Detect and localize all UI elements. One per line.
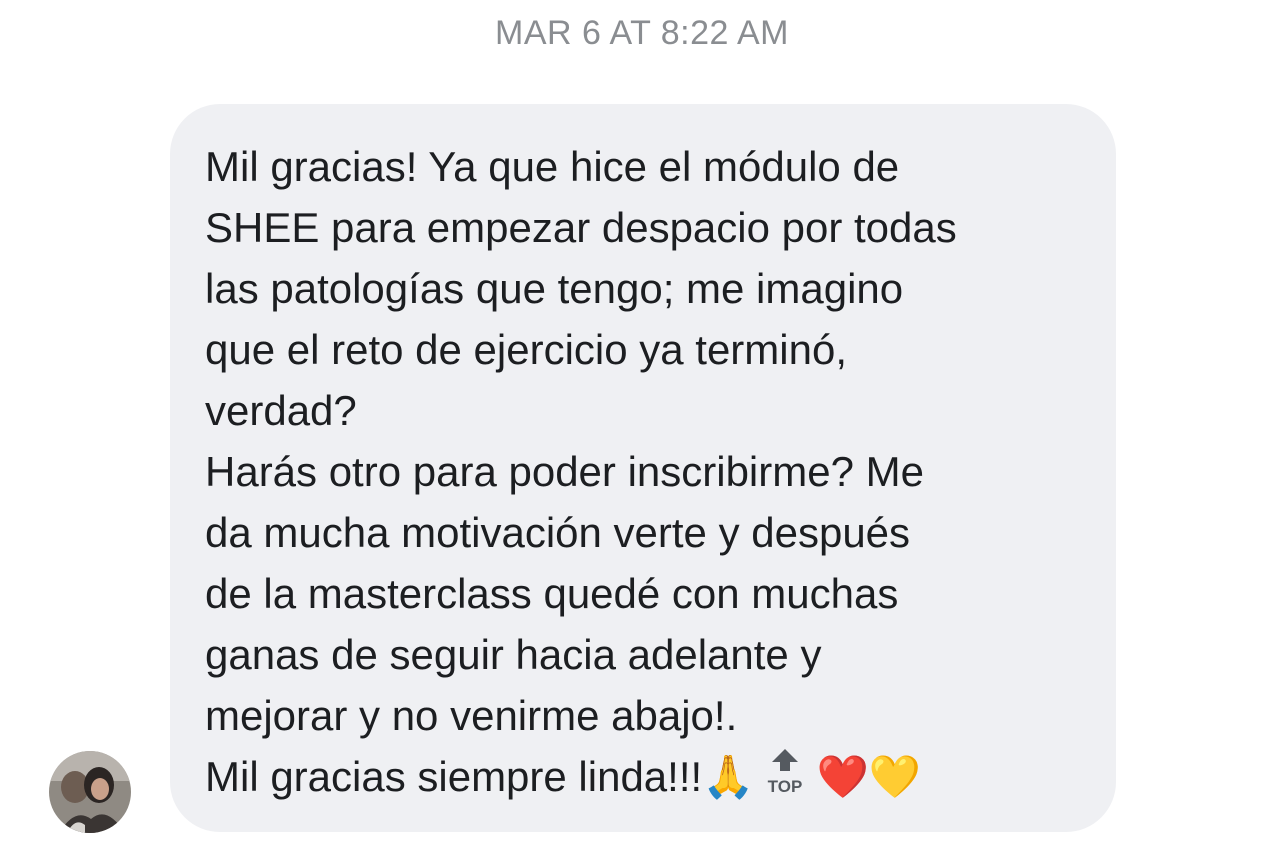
folded-hands-emoji-icon: 🙏 <box>702 752 755 801</box>
top-arrow-emoji-icon: TOP <box>762 747 808 796</box>
message-line: verdad? <box>205 387 357 434</box>
message-last-line-text: Mil gracias siempre linda!!! <box>205 753 703 800</box>
message-line: Harás otro para poder inscribirme? Me <box>205 448 924 495</box>
message-last-line: Mil gracias siempre linda!!!🙏 TOP ❤️💛 <box>205 746 1086 807</box>
message-timestamp: MAR 6 AT 8:22 AM <box>495 14 789 52</box>
top-emoji-label: TOP <box>768 777 803 795</box>
message-line: mejorar y no venirme abajo!. <box>205 692 738 739</box>
message-line: da mucha motivación verte y después <box>205 509 911 556</box>
sender-avatar-icon[interactable] <box>49 751 131 833</box>
message-line: que el reto de ejercicio ya terminó, <box>205 326 847 373</box>
message-line: Mil gracias! Ya que hice el módulo de <box>205 143 900 190</box>
message-line: de la masterclass quedé con muchas <box>205 570 899 617</box>
message-line: SHEE para empezar despacio por todas <box>205 204 957 251</box>
red-heart-emoji-icon: ❤️ <box>816 752 869 801</box>
yellow-heart-emoji-icon: 💛 <box>868 752 922 801</box>
message-text: Mil gracias! Ya que hice el módulo de SH… <box>205 136 1086 807</box>
message-bubble[interactable]: Mil gracias! Ya que hice el módulo de SH… <box>170 104 1116 832</box>
message-line: ganas de seguir hacia adelante y <box>205 631 822 678</box>
message-line: las patologías que tengo; me imagino <box>205 265 904 312</box>
